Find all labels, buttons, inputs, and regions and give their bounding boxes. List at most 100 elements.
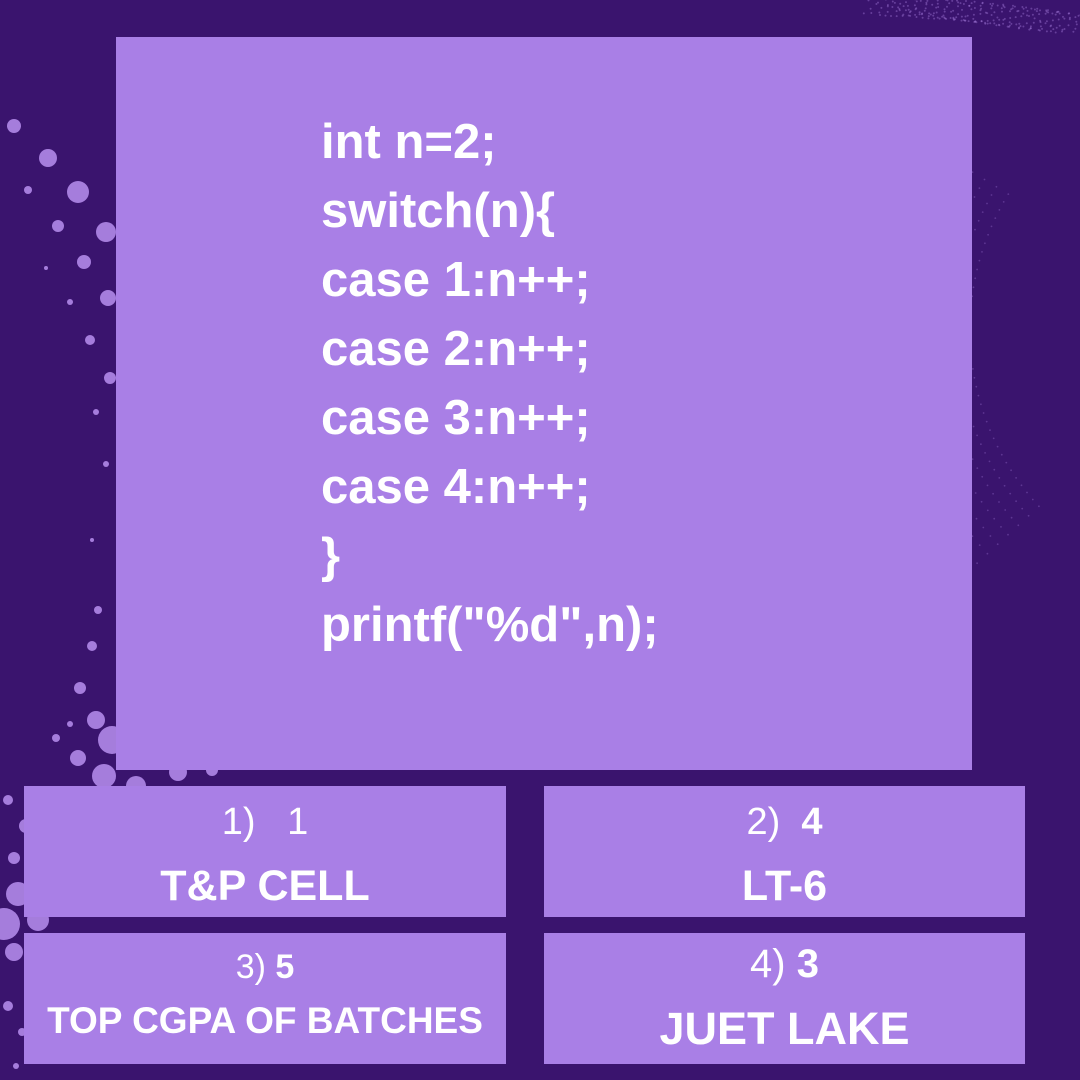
decor-dot (980, 500, 983, 503)
decor-dot (984, 11, 987, 14)
decor-dot (926, 0, 929, 2)
decor-dot (103, 461, 109, 467)
decor-dot (921, 16, 924, 19)
decor-dot (1020, 15, 1023, 18)
decor-dot (1038, 505, 1040, 508)
decor-dot (936, 0, 939, 2)
decor-dot (1051, 19, 1054, 22)
decor-dot (901, 14, 904, 17)
decor-dot (878, 11, 881, 14)
decor-dot (920, 13, 923, 16)
decor-dot (3, 1001, 13, 1011)
decor-dot (1031, 13, 1034, 16)
decor-dot (915, 0, 918, 3)
answer-option-3[interactable]: 3) 5 TOP CGPA OF BATCHES (24, 933, 506, 1064)
decor-dot (918, 13, 921, 16)
decor-dot (862, 12, 865, 15)
quiz-card: int n=2; switch(n){ case 1:n++; case 2:n… (0, 0, 1080, 1080)
option-label: LT-6 (741, 862, 828, 910)
decor-dot (938, 17, 941, 20)
decor-dot (875, 3, 878, 5)
decor-dot (1039, 21, 1042, 24)
decor-dot (0, 908, 20, 940)
code-snippet: int n=2; switch(n){ case 1:n++; case 2:n… (321, 108, 659, 660)
decor-dot (981, 1, 984, 4)
decor-dot (937, 6, 940, 8)
decor-dot (1022, 7, 1025, 10)
decor-dot (1002, 5, 1005, 7)
answer-option-1[interactable]: 1) 1 T&P CELL (24, 786, 506, 917)
decor-dot (52, 220, 64, 232)
decor-dot (94, 606, 102, 614)
decor-dot (1019, 25, 1022, 28)
code-line: int n=2; (321, 115, 497, 169)
decor-dot (979, 12, 982, 15)
decor-dot (993, 22, 996, 25)
decor-dot (944, 17, 947, 20)
decor-dot (1038, 13, 1041, 16)
decor-dot (1020, 484, 1023, 487)
decor-dot (951, 0, 954, 2)
decor-dot (974, 492, 977, 494)
decor-dot (936, 2, 939, 5)
decor-dot (1021, 507, 1024, 510)
decor-dot (70, 750, 86, 766)
option-answer: 4 (801, 801, 823, 843)
decor-dot (986, 552, 989, 555)
decor-dot (913, 4, 916, 7)
decor-dot (928, 12, 931, 15)
decor-dot (993, 468, 996, 471)
decor-dot (998, 18, 1001, 21)
decor-dot (890, 15, 892, 17)
decor-dot (957, 13, 960, 16)
decor-dot (986, 12, 989, 15)
decor-dot (92, 764, 116, 788)
decor-dot (886, 4, 889, 6)
decor-dot (902, 13, 905, 16)
decor-dot (1015, 23, 1018, 26)
decor-dot (965, 0, 967, 2)
answer-option-2[interactable]: 2) 4 LT-6 (544, 786, 1025, 917)
decor-dot (1025, 22, 1028, 25)
decor-dot (1054, 13, 1057, 16)
decor-dot (914, 13, 917, 16)
decor-dot (919, 0, 922, 2)
decor-dot (1051, 12, 1054, 15)
decor-dot (979, 9, 982, 12)
decor-dot (989, 535, 992, 537)
decor-dot (1010, 469, 1012, 472)
decor-dot (74, 682, 86, 694)
decor-dot (960, 15, 963, 18)
decor-dot (1063, 17, 1066, 20)
decor-dot (933, 17, 936, 20)
decor-dot (998, 501, 1000, 503)
decor-dot (925, 3, 928, 6)
decor-dot (1025, 6, 1028, 9)
decor-dot (980, 20, 983, 23)
decor-dot (1039, 25, 1042, 28)
decor-dot (943, 16, 946, 19)
decor-dot (927, 17, 930, 20)
decor-dot (957, 1, 960, 4)
decor-dot (973, 376, 976, 379)
code-line: case 3:n++; (321, 391, 591, 445)
decor-dot (973, 21, 976, 23)
decor-dot (975, 517, 978, 520)
decor-dot (1044, 22, 1047, 25)
decor-dot (1018, 26, 1021, 29)
decor-dot (948, 2, 951, 5)
decor-dot (1049, 30, 1052, 33)
decor-dot (1055, 11, 1058, 14)
answer-option-4[interactable]: 4) 3 JUET LAKE (544, 933, 1025, 1064)
decor-dot (1007, 533, 1009, 536)
decor-dot (984, 22, 987, 25)
decor-dot (1036, 7, 1039, 10)
decor-dot (976, 467, 979, 469)
decor-dot (1000, 526, 1002, 528)
decor-dot (972, 425, 975, 428)
decor-dot (914, 8, 917, 11)
decor-dot (952, 17, 955, 20)
decor-dot (982, 526, 985, 529)
decor-dot (1009, 10, 1011, 13)
decor-dot (1057, 18, 1060, 21)
